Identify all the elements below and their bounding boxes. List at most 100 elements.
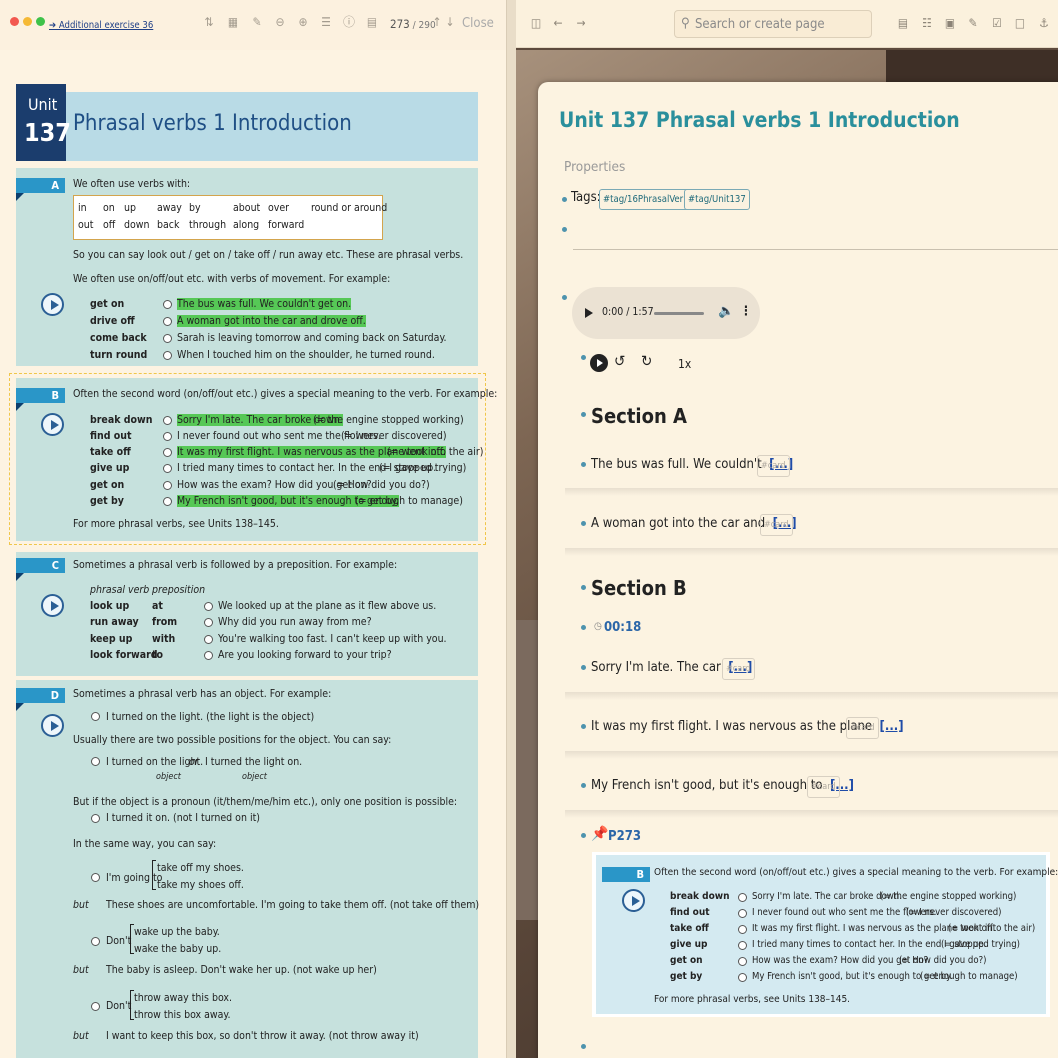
bullet-dot[interactable] [562,295,567,300]
particle: in [78,202,87,214]
card-separator [565,548,1058,556]
card-tag[interactable]: #card [846,717,879,739]
export-icon[interactable]: □ [1012,15,1028,31]
example-sentence: Are you looking forward to your trip? [218,649,392,661]
example-sentence: Sarah is leaving tomorrow and coming bac… [177,332,447,344]
close-window-icon[interactable] [10,17,19,26]
info-icon[interactable]: ⓘ [342,15,356,29]
tag-chip[interactable]: #tag/16PhrasalVerbs [599,189,698,210]
preposition: to [152,649,164,661]
close-pdf-button[interactable]: Close [462,16,494,31]
list-icon[interactable]: ☰ [319,15,333,29]
bullet-dot[interactable] [581,833,586,838]
arrow-down-icon[interactable]: ↓ [443,15,457,29]
dont-label: Don't [106,1000,132,1012]
bullet-dot[interactable] [581,585,586,590]
card-tag[interactable]: #card [722,658,755,680]
bullet-dot[interactable] [581,355,586,360]
arrow-up-icon[interactable]: ↑ [430,15,444,29]
search-input[interactable]: ⚲ Search or create page [674,10,872,38]
example-bullet [163,334,172,343]
section-d-line2: Usually there are two possible positions… [73,734,392,746]
page-card: Unit 137 Phrasal verbs 1 Introduction Pr… [538,82,1058,1058]
excerpt-verb: break down [670,891,730,902]
comment-icon[interactable]: ▤ [365,15,379,29]
divider [573,249,1058,250]
document-icon[interactable]: ▤ [895,15,911,31]
zoom-in-icon[interactable]: ⊕ [296,15,310,29]
bullet-dot[interactable] [581,521,586,526]
particle: along [233,219,260,231]
rewind-10-icon[interactable]: ↺ [614,352,625,370]
excerpt-more: For more phrasal verbs, see Units 138–14… [654,994,851,1005]
bullet-dot[interactable] [581,783,586,788]
playback-speed[interactable]: 1x [678,357,691,371]
pdf-viewer-pane: ➔ Additional exercise 36 ⇅ ▦ ✎ ⊖ ⊕ ☰ ⓘ ▤… [0,0,506,1058]
pen-icon[interactable]: ✎ [965,15,981,31]
excerpt-gloss: (= How did you do?) [899,955,987,966]
breadcrumb-link[interactable]: ➔ Additional exercise 36 [49,20,153,31]
pdf-page-link[interactable]: P273 [608,829,641,844]
but-label: but [73,1030,89,1042]
card-tag[interactable]: #card [760,514,793,536]
volume-icon[interactable]: 🔈 [718,304,734,319]
checkbox-icon[interactable]: ☑ [989,15,1005,31]
bullet-dot[interactable] [581,665,586,670]
bullet-dot[interactable] [581,724,586,729]
play-audio-icon[interactable] [41,594,64,617]
play-button-icon[interactable] [590,354,608,372]
phrasal-verb: get on [90,298,125,310]
but-label: but [73,899,89,911]
plugin-icon[interactable]: ⚓ [1036,15,1052,31]
example-sentence: throw away this box. [134,992,233,1004]
forward-arrow-icon[interactable]: → [573,15,589,31]
particle: on [103,202,115,214]
settings-sliders-icon[interactable]: ⇅ [202,15,216,29]
tags-label: Tags: [571,190,601,205]
card-tag[interactable]: #card [757,455,790,477]
play-audio-icon[interactable] [41,293,64,316]
section-a-heading[interactable]: Section A [591,404,687,428]
bullet-dot[interactable] [562,227,567,232]
card-tag[interactable]: #card [807,776,840,798]
back-arrow-icon[interactable]: ← [550,15,566,31]
timestamp-link[interactable]: 00:18 [604,620,641,635]
audio-player[interactable]: 0:00 / 1:57 🔈 ⋮ [572,287,760,339]
graph-icon[interactable]: ☷ [919,15,935,31]
maximize-window-icon[interactable] [36,17,45,26]
page-title[interactable]: Unit 137 Phrasal verbs 1 Introduction [559,108,960,132]
phrasal-verb: drive off [90,315,135,327]
zoom-out-icon[interactable]: ⊖ [273,15,287,29]
example-sentence: take off my shoes. [157,862,244,874]
tag-chip[interactable]: #tag/Unit137 [684,189,750,210]
excerpt-play-icon [622,889,645,912]
page-current[interactable]: 273 [390,17,410,31]
outline-icon[interactable]: ▦ [226,15,240,29]
audio-play-icon[interactable] [585,308,593,318]
particle: out [78,219,94,231]
example-sentence: I want to keep this box, so don't throw … [106,1030,419,1042]
bullet-dot[interactable] [581,412,586,417]
bullet-dot[interactable] [562,197,567,202]
audio-menu-icon[interactable]: ⋮ [740,304,752,319]
forward-10-icon[interactable]: ↻ [641,352,652,370]
highlight-pen-icon[interactable]: ✎ [250,15,264,29]
play-audio-icon[interactable] [41,714,64,737]
example-bullet [163,300,172,309]
audio-progress-bar[interactable] [654,312,704,315]
bullet-dot[interactable] [581,462,586,467]
bullet-dot[interactable] [581,1044,586,1049]
preposition: from [152,616,178,628]
calendar-icon[interactable]: ▣ [942,15,958,31]
unit-title: Phrasal verbs 1 Introduction [73,111,352,136]
bullet-dot[interactable] [581,625,586,630]
minimize-window-icon[interactable] [23,17,32,26]
section-b-heading[interactable]: Section B [591,576,687,600]
cloze-placeholder[interactable]: [...] [880,719,904,734]
pdf-excerpt-image[interactable]: B Often the second word (on/off/out etc.… [592,852,1058,1017]
example-bullet [204,618,213,627]
toggle-sidebar-icon[interactable]: ◫ [528,15,544,31]
excerpt-gloss: (= went into the air) [948,923,1036,934]
example-sentence: throw this box away. [134,1009,231,1021]
pane-divider[interactable] [506,0,516,1058]
